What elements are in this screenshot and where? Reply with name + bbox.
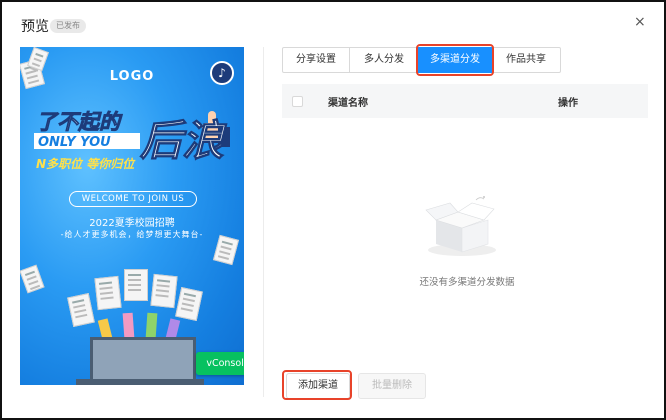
share-tabs: 分享设置 多人分发 多渠道分发 作品共享	[282, 47, 561, 73]
poster-recruit-subtitle: -给人才更多机会，给梦想更大舞台-	[60, 230, 204, 239]
laptop-illustration	[90, 337, 196, 384]
poster-recruit-title: 2022夏季校园招聘	[89, 218, 175, 229]
vconsole-button[interactable]: vConsole	[196, 352, 244, 375]
empty-state-text: 还没有多渠道分发数据	[419, 277, 515, 288]
status-badge: 已发布	[50, 19, 86, 33]
tab-multi-user[interactable]: 多人分发	[349, 47, 419, 73]
empty-box-icon	[425, 196, 496, 256]
close-icon[interactable]: ×	[634, 14, 646, 30]
preview-dialog: 预览 已发布 × LOGO ♪ 了不起的 ONLY YOU 后浪 N多职位 等你…	[0, 0, 666, 420]
paper-decoration	[20, 264, 45, 294]
batch-delete-button[interactable]: 批量删除	[358, 373, 426, 399]
poster-welcome: WELCOME TO JOIN US	[69, 191, 197, 207]
vertical-divider	[263, 47, 264, 397]
dialog-title: 预览	[21, 19, 49, 35]
music-icon[interactable]: ♪	[210, 61, 234, 85]
headline-line1: 了不起的	[36, 110, 123, 134]
select-all-checkbox[interactable]	[292, 96, 303, 107]
column-actions: 操作	[558, 98, 578, 109]
tab-multi-channel[interactable]: 多渠道分发	[418, 47, 492, 73]
channel-table-header: 渠道名称 操作	[282, 84, 648, 118]
laptop-base	[76, 379, 204, 385]
poster-preview: LOGO ♪ 了不起的 ONLY YOU 后浪 N多职位 等你归位 WELCOM…	[20, 47, 244, 385]
resume-card	[150, 273, 178, 309]
resume-card	[67, 293, 95, 327]
headline-en: ONLY YOU	[38, 135, 111, 150]
tab-works-share[interactable]: 作品共享	[491, 47, 561, 73]
add-channel-button[interactable]: 添加渠道	[286, 373, 350, 399]
headline-big: 后浪	[140, 116, 227, 165]
tab-share-settings[interactable]: 分享设置	[282, 47, 350, 73]
column-channel-name: 渠道名称	[328, 98, 368, 109]
resume-card	[94, 275, 122, 311]
resume-card	[175, 287, 203, 321]
poster-tagline: N多职位 等你归位	[36, 157, 135, 171]
resume-card	[124, 269, 148, 301]
